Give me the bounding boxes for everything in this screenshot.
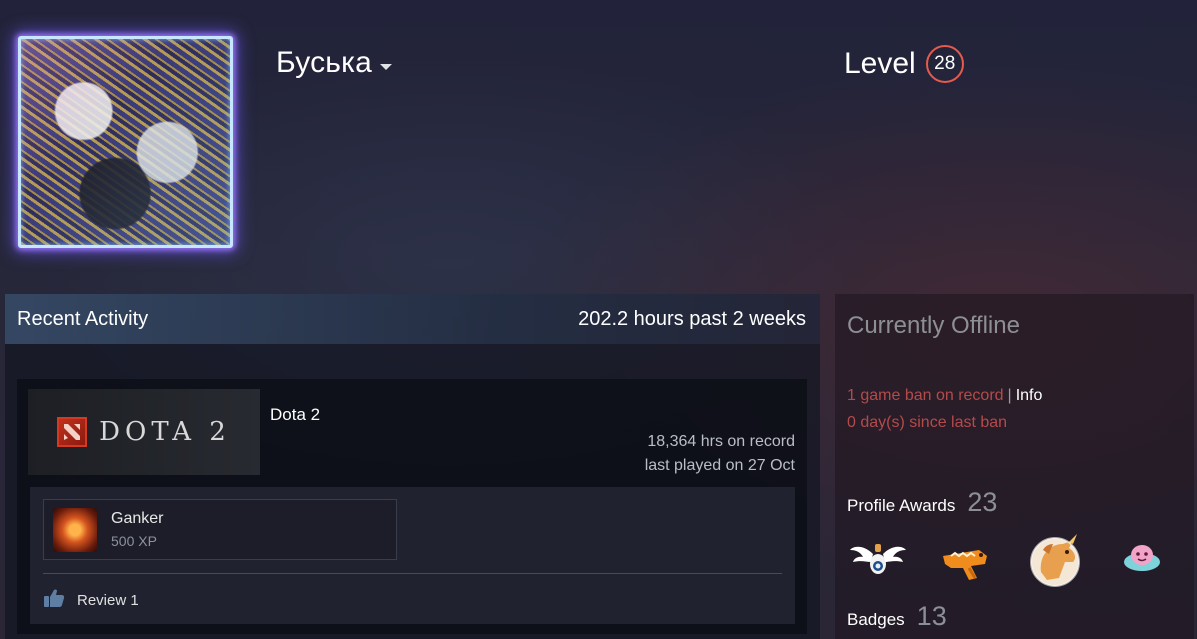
badges-count: 13 <box>916 601 947 631</box>
profile-sidebar: Currently Offline 1 game ban on record | I… <box>835 294 1194 639</box>
review-link[interactable]: Review 1 <box>43 588 139 612</box>
orange-dinosaur-award-icon[interactable] <box>941 542 991 587</box>
winged-steam-award-icon[interactable] <box>849 538 907 583</box>
persona-name: Буська <box>276 46 372 79</box>
dota-logo-icon <box>57 417 88 447</box>
ban-info-link[interactable]: Info <box>1016 387 1043 404</box>
chevron-down-icon <box>380 64 392 70</box>
game-details: Ganker 500 XP Review 1 <box>30 487 795 624</box>
profile-awards-label: Profile Awards <box>847 496 956 515</box>
profile-level: Level 28 <box>844 45 964 83</box>
avatar-frame <box>18 36 233 248</box>
ganker-achievement-icon <box>53 507 97 552</box>
divider <box>43 573 782 574</box>
ban-status: 1 game ban on record | Info <box>847 387 1042 405</box>
award-icons-row <box>849 532 1179 592</box>
game-playtime: 18,364 hrs on record last played on 27 O… <box>645 430 795 478</box>
level-badge[interactable]: 28 <box>925 45 964 83</box>
level-label: Level <box>844 47 916 80</box>
game-name-link[interactable]: Dota 2 <box>270 405 320 425</box>
recent-activity-header: Recent Activity 202.2 hours past 2 weeks <box>5 294 820 344</box>
days-since-ban: 0 day(s) since last ban <box>847 414 1008 431</box>
game-wordmark: DOTA 2 <box>99 417 231 447</box>
pink-blob-award-icon[interactable] <box>1121 540 1163 579</box>
thumbs-up-icon <box>43 588 65 612</box>
review-label: Review 1 <box>77 591 139 609</box>
profile-awards-heading[interactable]: Profile Awards 23 <box>847 487 997 518</box>
ban-separator: | <box>1007 387 1012 404</box>
achievement-xp: 500 XP <box>111 533 157 549</box>
profile-awards-count: 23 <box>967 487 998 517</box>
game-capsule-image[interactable]: DOTA 2 <box>28 389 260 475</box>
badges-label: Badges <box>847 610 905 629</box>
unicorn-award-icon[interactable] <box>1029 532 1085 593</box>
game-card: DOTA 2 Dota 2 18,364 hrs on record last … <box>17 379 807 634</box>
achievement-title: Ganker <box>111 510 164 527</box>
recent-activity-panel: Recent Activity 202.2 hours past 2 weeks… <box>5 294 820 639</box>
last-played: last played on 27 Oct <box>644 457 795 474</box>
recent-activity-title[interactable]: Recent Activity <box>17 308 148 331</box>
ban-text: 1 game ban on record <box>847 387 1004 404</box>
hours-on-record: 18,364 hrs on record <box>647 433 795 450</box>
persona-name-dropdown[interactable]: Буська <box>276 46 392 80</box>
recent-activity-hours: 202.2 hours past 2 weeks <box>578 307 806 330</box>
online-status: Currently Offline <box>847 312 1020 339</box>
achievement-item[interactable]: Ganker 500 XP <box>43 499 397 560</box>
badges-heading[interactable]: Badges 13 <box>847 601 947 632</box>
avatar[interactable] <box>18 36 233 248</box>
